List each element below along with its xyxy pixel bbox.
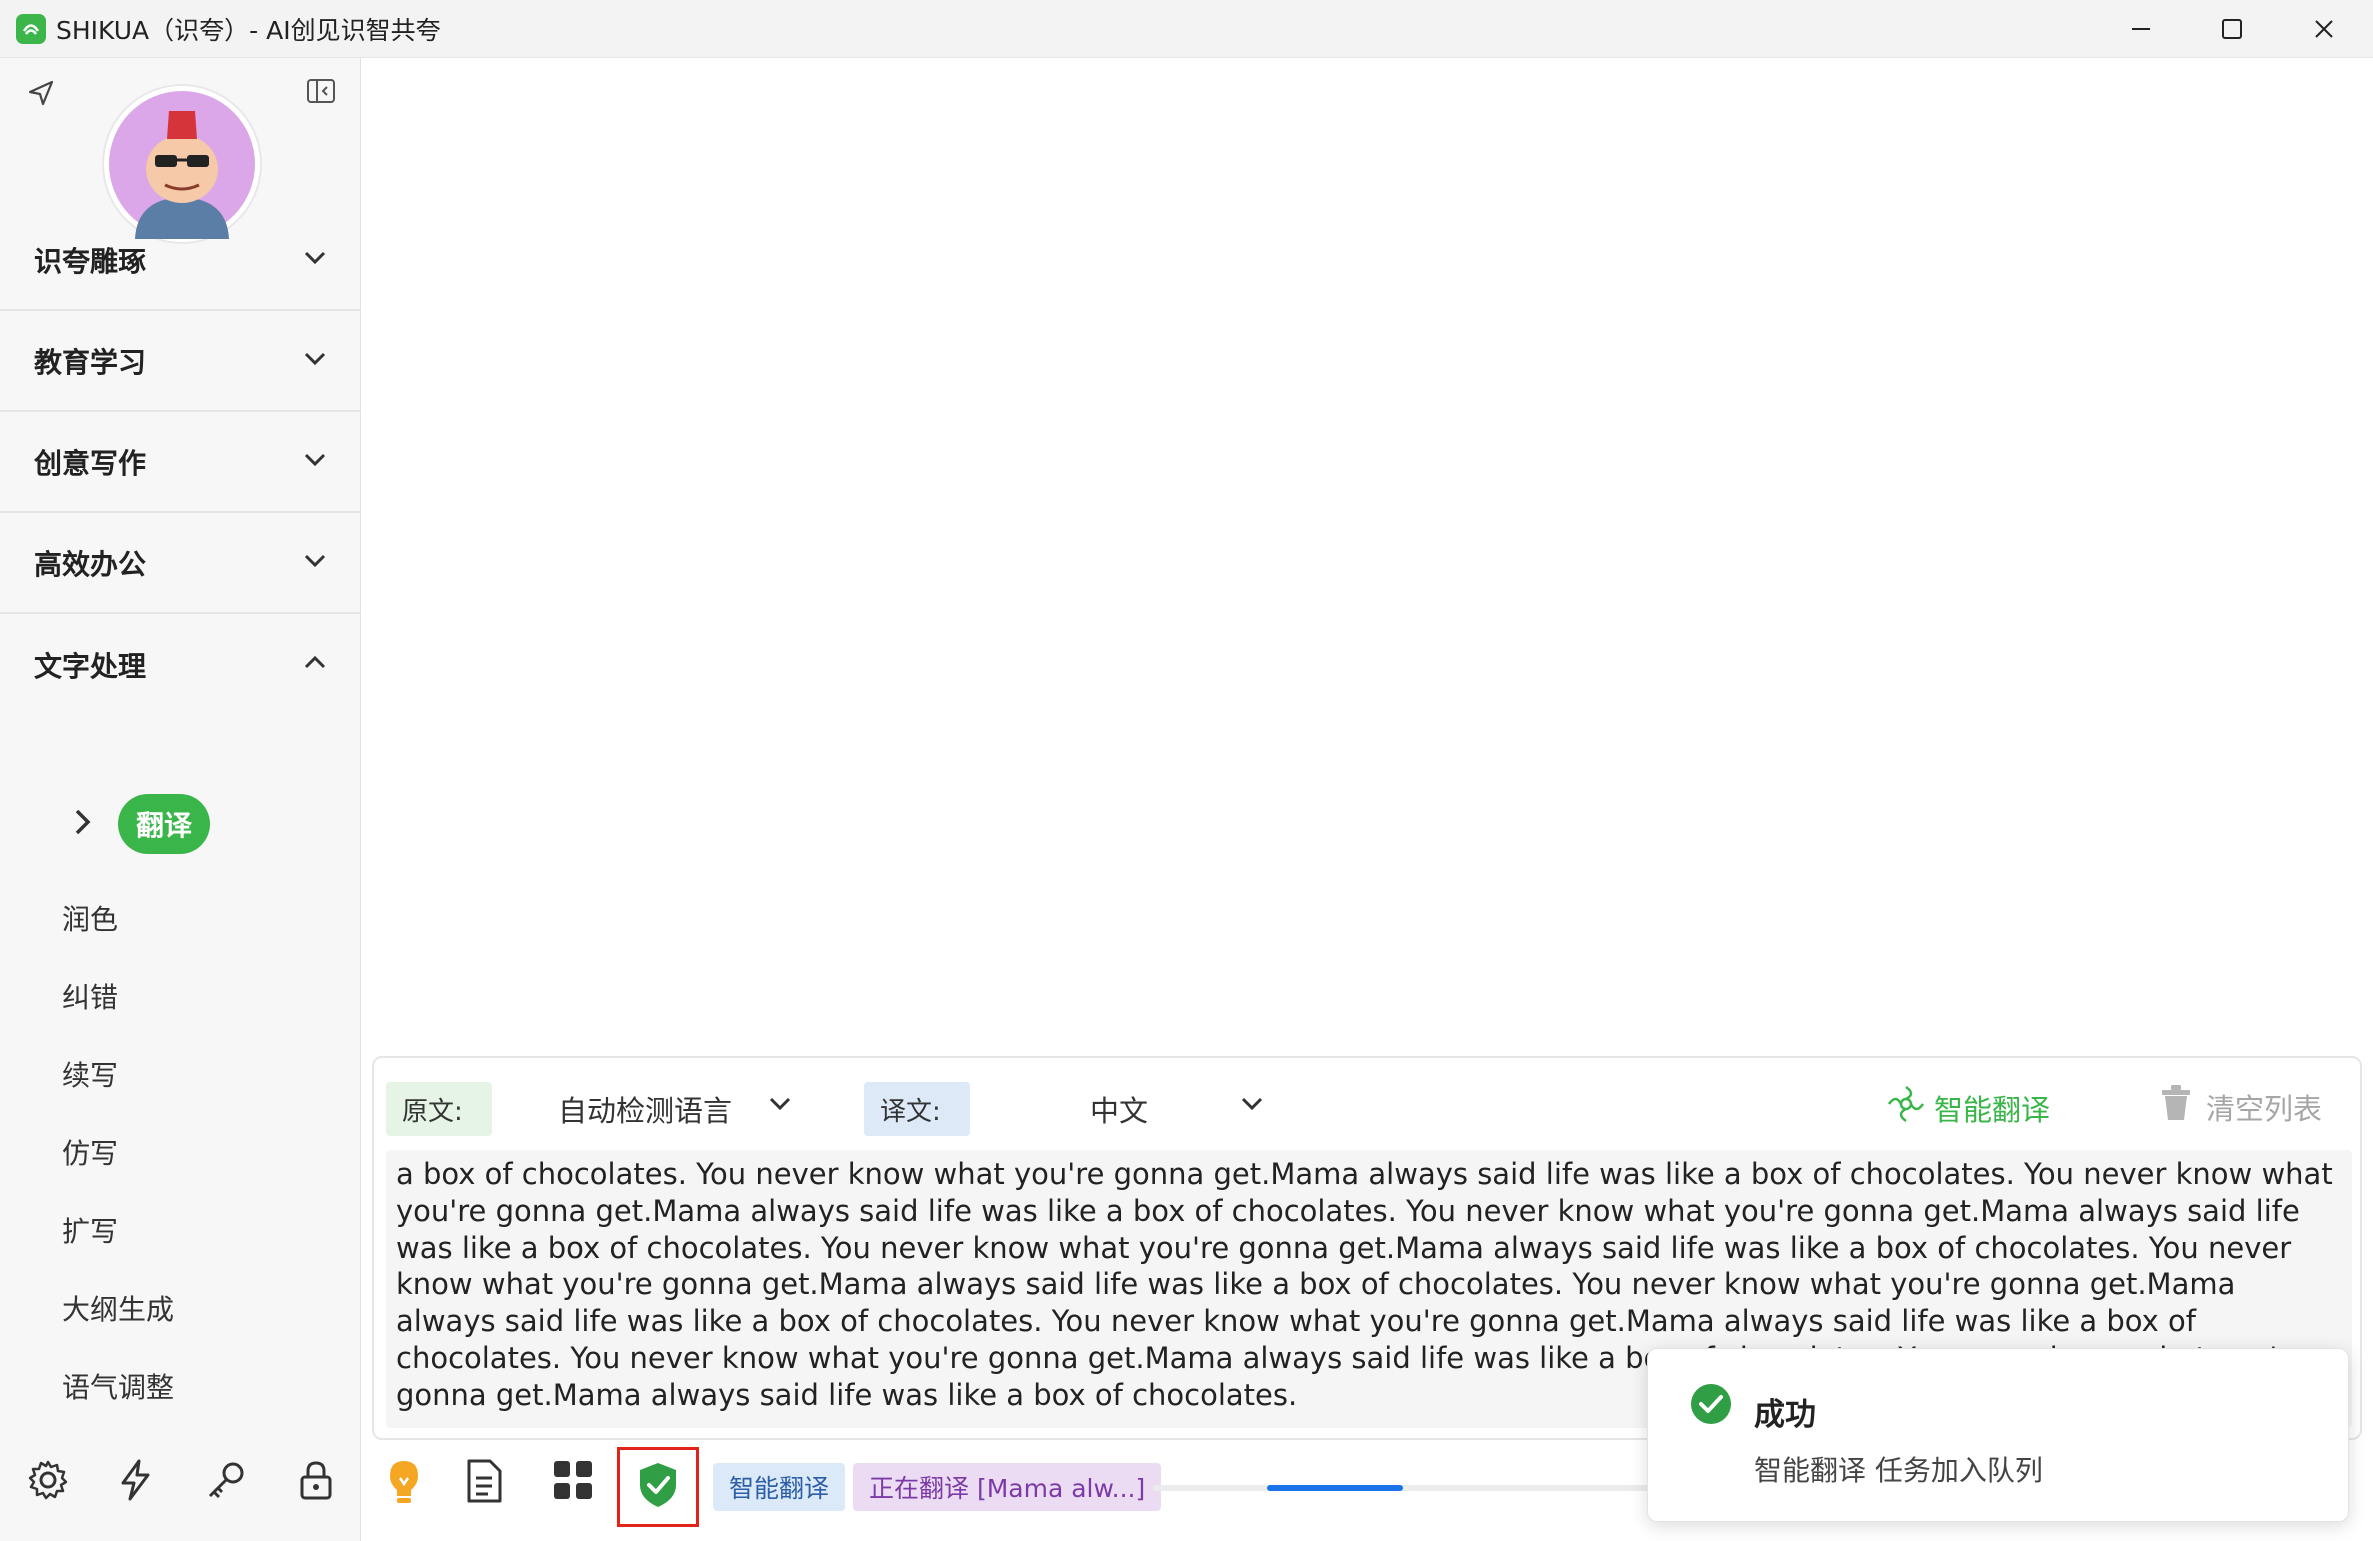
sidebar-item-outline[interactable]: 大纲生成: [62, 1288, 174, 1328]
menu-group-label: 高效办公: [34, 547, 147, 581]
progress-bar: [1153, 1485, 1673, 1491]
target-tag: 译文:: [864, 1082, 970, 1136]
menu-group-text-processing[interactable]: 文字处理: [0, 614, 361, 715]
chevron-down-icon[interactable]: [766, 1092, 794, 1120]
smart-translate-label: 智能翻译: [1934, 1092, 2051, 1127]
task-chip[interactable]: 智能翻译: [713, 1463, 846, 1511]
chevron-down-icon[interactable]: [1238, 1092, 1266, 1120]
shield-check-icon: [636, 1461, 680, 1513]
active-item-pill: 翻译: [118, 794, 211, 854]
chevron-right-icon: [70, 807, 94, 841]
send-icon[interactable]: [26, 78, 56, 112]
toast-title: 成功: [1754, 1397, 1816, 1433]
chevron-down-icon: [301, 446, 329, 478]
chevron-down-icon: [301, 244, 329, 276]
title-bar: SHIKUA（识夸）- AI创见识智共夸: [0, 0, 2373, 58]
progress-bar-fill: [1267, 1485, 1403, 1491]
bulb-icon[interactable]: [382, 1458, 426, 1510]
shield-check-button[interactable]: [617, 1447, 699, 1527]
lock-icon[interactable]: [294, 1458, 338, 1506]
collapse-sidebar-icon[interactable]: [306, 78, 336, 108]
gear-icon[interactable]: [26, 1458, 70, 1506]
menu-group-creative-writing[interactable]: 创意写作: [0, 412, 361, 513]
success-toast: 成功 智能翻译 任务加入队列: [1647, 1348, 2349, 1522]
progress-chip[interactable]: 正在翻译 [Mama alw...]: [853, 1463, 1162, 1511]
app-logo-icon: [16, 13, 46, 44]
menu-group-office[interactable]: 高效办公: [0, 513, 361, 614]
sidebar-item-expand[interactable]: 扩写: [62, 1210, 118, 1250]
key-icon[interactable]: [204, 1458, 248, 1506]
clear-list-button[interactable]: 清空列表: [2158, 1084, 2322, 1129]
grid-icon[interactable]: [551, 1458, 595, 1506]
menu-group-shikua-polish[interactable]: 识夸雕琢: [0, 210, 361, 311]
chevron-up-icon: [301, 648, 329, 680]
ai-spark-icon: [1886, 1084, 1926, 1131]
sidebar-item-tone[interactable]: 语气调整: [62, 1366, 174, 1406]
menu-group-label: 识夸雕琢: [34, 244, 147, 278]
minimize-button[interactable]: [2095, 0, 2187, 58]
menu-group-education[interactable]: 教育学习: [0, 311, 361, 412]
success-check-icon: [1690, 1383, 1732, 1429]
sidebar-item-correct[interactable]: 纠错: [62, 976, 118, 1016]
toast-message: 智能翻译 任务加入队列: [1754, 1454, 2043, 1487]
sidebar: 识夸雕琢 教育学习 创意写作 高效办公 文字处理 翻译 润色 纠错 续写 仿写 …: [0, 58, 361, 1541]
target-language-select[interactable]: 中文: [1090, 1088, 1148, 1130]
clear-list-label: 清空列表: [2206, 1091, 2323, 1126]
trash-icon: [2158, 1084, 2194, 1129]
smart-translate-button[interactable]: 智能翻译: [1886, 1084, 2050, 1131]
close-button[interactable]: [2278, 0, 2370, 58]
source-language-select[interactable]: 自动检测语言: [558, 1088, 732, 1130]
sidebar-item-continue[interactable]: 续写: [62, 1054, 118, 1094]
sidebar-item-imitate[interactable]: 仿写: [62, 1132, 118, 1172]
menu-group-label: 文字处理: [34, 649, 147, 683]
document-icon[interactable]: [464, 1458, 504, 1508]
chevron-down-icon: [301, 345, 329, 377]
source-tag: 原文:: [386, 1082, 492, 1136]
lightning-icon[interactable]: [114, 1458, 158, 1506]
menu-group-label: 创意写作: [34, 446, 147, 480]
sidebar-item-translate[interactable]: 翻译: [70, 794, 211, 854]
sidebar-item-polish[interactable]: 润色: [62, 898, 118, 938]
maximize-button[interactable]: [2186, 0, 2278, 58]
menu-group-label: 教育学习: [34, 345, 147, 379]
window-title: SHIKUA（识夸）- AI创见识智共夸: [56, 15, 441, 45]
chevron-down-icon: [301, 547, 329, 579]
